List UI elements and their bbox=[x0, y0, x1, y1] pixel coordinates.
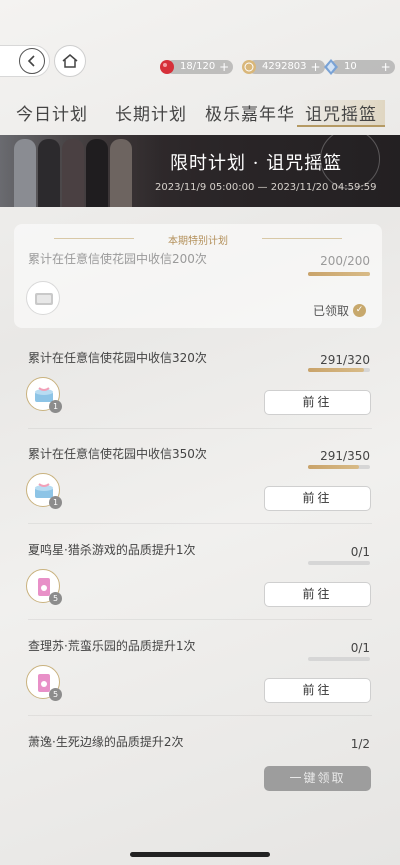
special-task-progress: 200/200 bbox=[320, 254, 370, 268]
task-progress: 291/350 bbox=[320, 449, 370, 463]
add-icon[interactable]: + bbox=[310, 60, 320, 74]
task-progress: 1/2 bbox=[350, 737, 370, 751]
divider bbox=[28, 715, 372, 716]
tab-carnival[interactable]: 极乐嘉年华 bbox=[205, 100, 295, 125]
divider bbox=[28, 428, 372, 429]
reward-count: 5 bbox=[49, 688, 62, 701]
claimed-label: 已领取 bbox=[313, 304, 350, 318]
resource-crystal[interactable]: 10 + bbox=[322, 58, 395, 76]
special-progress-bar bbox=[308, 272, 370, 276]
home-icon bbox=[62, 54, 78, 68]
divider bbox=[28, 523, 372, 524]
task-title: 查理苏·荒蛮乐园的品质提升1次 bbox=[28, 639, 196, 653]
tab-long-term-plan[interactable]: 长期计划 bbox=[115, 100, 187, 125]
task-title: 萧逸·生死边缘的品质提升2次 bbox=[28, 735, 184, 749]
red-gem-icon bbox=[160, 60, 174, 74]
top-bar: 18/120 + 4292803 + 10 + bbox=[0, 42, 400, 82]
go-button[interactable]: 前往 bbox=[264, 390, 371, 415]
resource-gold[interactable]: 4292803 + bbox=[240, 58, 325, 76]
ring-box-icon bbox=[35, 293, 53, 305]
task-progress-bar bbox=[308, 368, 370, 372]
task-progress: 0/1 bbox=[350, 545, 370, 559]
add-icon[interactable]: + bbox=[219, 60, 229, 74]
divider bbox=[28, 619, 372, 620]
resource-value: 10 bbox=[344, 61, 357, 72]
add-icon[interactable]: + bbox=[381, 60, 391, 74]
special-task-title: 累计在任意信使花园中收信200次 bbox=[28, 252, 207, 266]
home-button[interactable] bbox=[54, 45, 86, 77]
tab-cursed-cradle[interactable]: 诅咒摇篮 bbox=[297, 100, 385, 127]
reward-item[interactable] bbox=[26, 281, 60, 315]
task-title: 夏鸣星·猎杀游戏的品质提升1次 bbox=[28, 543, 196, 557]
resource-stamina[interactable]: 18/120 + bbox=[158, 58, 234, 76]
blue-crystal-icon bbox=[324, 59, 338, 75]
go-button[interactable]: 前往 bbox=[264, 678, 371, 703]
progress-fill bbox=[308, 368, 365, 372]
event-banner: 限时计划 · 诅咒摇篮 2023/11/9 05:00:00 — 2023/11… bbox=[0, 135, 400, 207]
reward-item[interactable]: 1 bbox=[26, 473, 62, 509]
banner-date-range: 2023/11/9 05:00:00 — 2023/11/20 04:59:59 bbox=[155, 182, 377, 193]
resource-value: 18/120 bbox=[180, 61, 216, 72]
banner-character-art bbox=[0, 135, 160, 207]
home-indicator bbox=[130, 852, 270, 857]
task-progress: 0/1 bbox=[350, 641, 370, 655]
reward-item[interactable]: 1 bbox=[26, 377, 62, 413]
reward-item[interactable]: 5 bbox=[26, 665, 62, 701]
go-button[interactable]: 前往 bbox=[264, 582, 371, 607]
task-progress: 291/320 bbox=[320, 353, 370, 367]
reward-item[interactable]: 5 bbox=[26, 569, 62, 605]
task-title: 累计在任意信使花园中收信320次 bbox=[28, 351, 207, 365]
reward-count: 5 bbox=[49, 592, 62, 605]
task-progress-bar bbox=[308, 465, 370, 469]
reward-count: 1 bbox=[49, 496, 62, 509]
task-title: 累计在任意信使花园中收信350次 bbox=[28, 447, 207, 461]
task-progress-bar bbox=[308, 561, 370, 565]
claimed-status: 已领取 ✓ bbox=[313, 302, 367, 319]
gold-coin-icon bbox=[242, 60, 256, 74]
banner-title: 限时计划 · 诅咒摇篮 bbox=[170, 153, 343, 174]
special-task-header: 本期特别计划 bbox=[14, 232, 382, 247]
check-icon: ✓ bbox=[353, 304, 367, 317]
tab-bar: 今日计划 长期计划 极乐嘉年华 诅咒摇篮 bbox=[0, 96, 400, 128]
back-arrow-icon bbox=[19, 48, 45, 74]
task-progress-bar bbox=[308, 657, 370, 661]
progress-fill bbox=[308, 465, 360, 469]
go-button[interactable]: 前往 bbox=[264, 486, 371, 511]
resource-value: 4292803 bbox=[262, 61, 307, 72]
back-button[interactable] bbox=[0, 45, 50, 77]
claim-all-button[interactable]: 一键领取 bbox=[264, 766, 371, 791]
reward-count: 1 bbox=[49, 400, 62, 413]
tab-daily-plan[interactable]: 今日计划 bbox=[16, 100, 88, 125]
progress-fill bbox=[308, 272, 370, 276]
